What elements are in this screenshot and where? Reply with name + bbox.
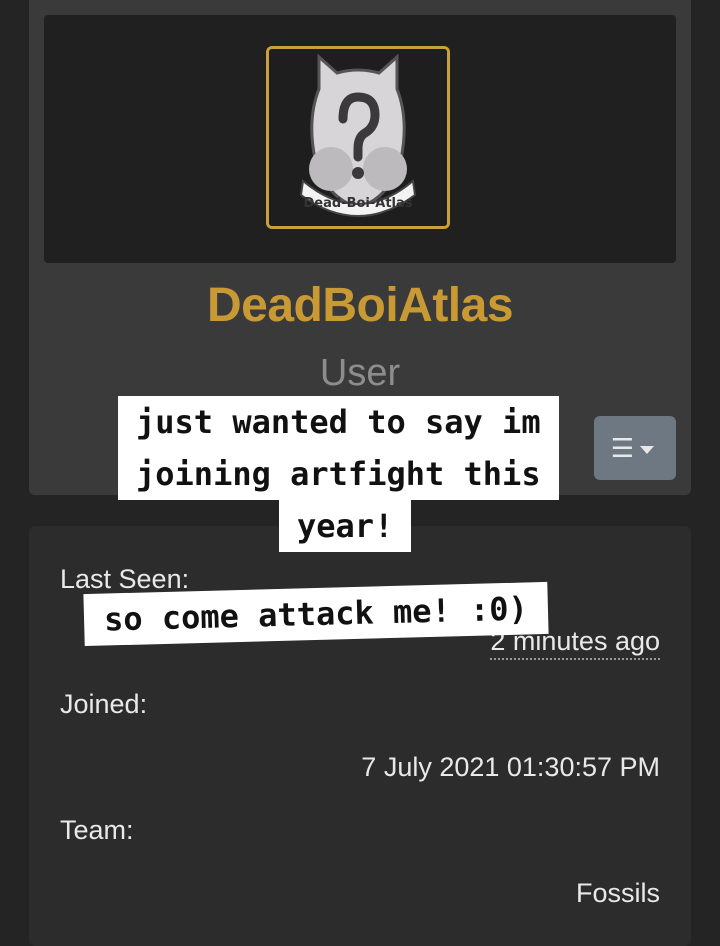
joined-label: Joined:: [60, 689, 148, 719]
avatar-banner-text: Dead-Boi-Atlas: [303, 196, 412, 211]
avatar-frame: Dead-Boi-Atlas: [44, 15, 676, 263]
hamburger-menu-icon: ☰: [610, 432, 634, 463]
caption-line-1: just wanted to say im: [118, 396, 559, 448]
username: DeadBoiAtlas: [206, 279, 514, 332]
user-role: User: [319, 352, 401, 394]
profile-menu-button[interactable]: ☰: [594, 416, 676, 480]
avatar[interactable]: Dead-Boi-Atlas: [266, 46, 450, 229]
chevron-down-icon: [640, 445, 654, 454]
team-value[interactable]: Fossils: [576, 878, 660, 909]
joined-value: 7 July 2021 01:30:57 PM: [361, 752, 660, 782]
caption-line-2: joining artfight this: [118, 448, 559, 500]
last-seen-label: Last Seen:: [60, 564, 190, 594]
team-label: Team:: [60, 815, 134, 845]
avatar-question-mark-icon: Dead-Boi-Atlas: [269, 49, 447, 226]
caption-line-3: year!: [279, 500, 412, 552]
